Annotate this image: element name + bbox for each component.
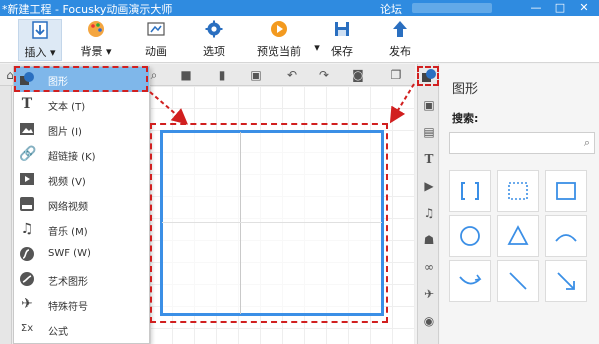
plane-icon[interactable]: ✈ [421,286,437,302]
preview-current-button[interactable]: 预览当前 [250,19,308,61]
menu-item-label: 公式 [48,327,68,338]
menu-item-label: 艺术图形 [48,277,88,288]
publish-label: 发布 [389,45,411,58]
menu-item-formula[interactable]: Σx 公式 [14,317,149,342]
menu-item-label: SWF (W) [48,248,91,259]
shape-rectangle[interactable] [545,170,587,212]
image-icon[interactable]: ▣ [421,97,437,113]
redo-icon[interactable]: ↷ [316,67,332,83]
animation-label: 动画 [145,45,167,58]
background-image-icon[interactable]: ▤ [421,124,437,140]
options-label: 选项 [203,45,225,58]
close-button[interactable]: ✕ [576,0,592,16]
menu-item-web-video[interactable]: 网络视频 [14,192,149,217]
formula-icon: Σx [20,323,34,334]
search-icon[interactable]: ⌕ [584,136,590,150]
callout-shapes-menu-item [14,66,148,92]
swf-icon [19,246,35,262]
music-icon[interactable]: ♫ [421,205,437,221]
menu-item-art-shapes[interactable]: 艺术图形 [14,267,149,292]
ribbon-toolbar: 插入 ▾ 背景 ▾ 动画 选项 预览当前 ▾ 保存 发布 [0,16,599,63]
shape-dashed-rectangle[interactable] [497,170,539,212]
gear-icon [205,20,223,38]
animation-button[interactable]: 动画 [134,19,178,61]
shape-line[interactable] [497,260,539,302]
menu-item-label: 图片 (I) [48,127,82,138]
art-icon[interactable]: ◉ [421,313,437,329]
menu-item-label: 视频 (V) [48,177,86,188]
video-icon [19,171,35,187]
background-button[interactable]: 背景 ▾ [74,19,118,61]
left-thumbnail-strip [0,86,12,344]
window-title: *新建工程 - Focusky动画演示大师 [2,3,173,16]
maximize-button[interactable]: □ [552,0,568,16]
link-icon: 🔗 [19,146,37,162]
menu-item-label: 超链接 (K) [48,152,96,163]
shape-circle[interactable] [449,215,491,257]
image-icon [19,121,35,137]
text-icon[interactable]: T [421,151,437,167]
camera-icon[interactable]: ◙ [350,67,366,83]
play-icon [271,21,287,37]
insert-sidebar: ▣ ▤ T ▶ ♫ ☗ ∞ ✈ ◉ [417,64,439,344]
layers-icon[interactable]: ❐ [388,67,404,83]
palette-icon [88,21,104,37]
paste-icon[interactable]: ▣ [248,67,264,83]
plane-icon: ✈ [21,296,33,312]
minimize-button[interactable]: — [528,0,544,16]
text-icon: T [21,96,33,112]
menu-item-video[interactable]: 视频 (V) [14,167,149,192]
shape-arc[interactable] [545,215,587,257]
publish-button[interactable]: 发布 [378,19,422,61]
menu-item-image[interactable]: 图片 (I) [14,117,149,142]
menu-item-label: 特殊符号 [48,302,88,313]
video-icon[interactable]: ▶ [421,178,437,194]
callout-canvas-frame [150,123,388,323]
options-button[interactable]: 选项 [192,19,236,61]
shape-curved-arrow[interactable] [449,260,491,302]
menu-item-swf[interactable]: SWF (W) [14,242,149,267]
shape-brackets[interactable] [449,170,491,212]
menu-item-special-symbols[interactable]: ✈ 特殊符号 [14,292,149,317]
insert-menu: 图形 T 文本 (T) 图片 (I) 🔗 超链接 (K) 视频 (V) 网络视频… [13,66,150,344]
callout-shapes-sidebar-icon [417,66,439,86]
save-button[interactable]: 保存 [320,19,364,61]
shape-triangle[interactable] [497,215,539,257]
user-account[interactable] [412,3,492,13]
insert-label: 插入 [24,46,47,59]
menu-item-label: 文本 (T) [48,102,86,113]
shapes-panel: 图形 搜索: ⌕ [440,64,599,344]
undo-icon[interactable]: ↶ [284,67,300,83]
preview-label: 预览当前 [257,45,301,58]
insert-button[interactable]: 插入 ▾ [18,19,62,61]
menu-item-music[interactable]: ♫ 音乐 (M) [14,217,149,242]
music-icon: ♫ [20,221,34,237]
menu-item-label: 网络视频 [48,202,88,213]
art-icon [19,271,35,287]
search-input[interactable] [450,133,570,153]
people-icon[interactable]: ☗ [421,232,437,248]
upload-arrow-icon [393,21,407,37]
lock-icon[interactable]: ■ [178,67,194,83]
panel-title: 图形 [452,82,479,97]
insert-icon [32,21,48,39]
save-icon [335,22,349,36]
background-label: 背景 [80,45,103,58]
menu-item-hyperlink[interactable]: 🔗 超链接 (K) [14,142,149,167]
link-icon[interactable]: ∞ [421,259,437,275]
title-bar: *新建工程 - Focusky动画演示大师 论坛 — □ ✕ [0,0,599,16]
animation-icon [147,22,165,36]
search-label: 搜索: [452,112,479,125]
forum-link[interactable]: 论坛 [380,1,402,17]
menu-item-text[interactable]: T 文本 (T) [14,92,149,117]
shape-arrow-line[interactable] [545,260,587,302]
menu-item-label: 音乐 (M) [48,227,88,238]
copy-icon[interactable]: ▮ [214,67,230,83]
search-box: ⌕ [449,132,595,154]
youtube-icon [19,196,35,212]
save-label: 保存 [331,45,353,58]
